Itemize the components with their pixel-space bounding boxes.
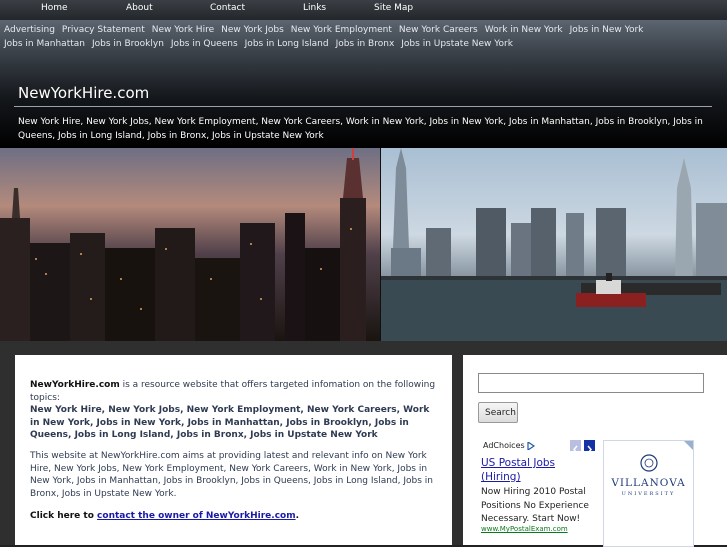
- adchoices-text: AdChoices: [483, 441, 525, 450]
- university-seal-icon: [640, 454, 658, 472]
- chevron-left-icon: [573, 445, 578, 454]
- ad-info-icon[interactable]: [684, 441, 693, 450]
- site-tagline: New York Hire, New York Jobs, New York E…: [18, 117, 703, 141]
- contact-paragraph: Click here to contact the owner of NewYo…: [30, 510, 440, 523]
- header-link-ny-employment[interactable]: New York Employment: [291, 24, 392, 38]
- title-divider: [14, 106, 712, 107]
- header-link-jobs-upstate[interactable]: Jobs in Upstate New York: [401, 38, 513, 52]
- header-link-ny-careers[interactable]: New York Careers: [399, 24, 478, 38]
- sidebar-panel: Search AdChoices US Postal Jobs (Hiring)…: [463, 355, 727, 547]
- nav-contact[interactable]: Contact: [210, 3, 245, 13]
- header-link-jobs-long-island[interactable]: Jobs in Long Island: [245, 38, 329, 52]
- chevron-right-icon: [587, 445, 592, 454]
- header-link-ny-hire[interactable]: New York Hire: [152, 24, 214, 38]
- header-link-jobs-bronx[interactable]: Jobs in Bronx: [336, 38, 395, 52]
- adchoices-icon: [527, 440, 536, 451]
- site-header: Advertising Privacy Statement New York Hir…: [0, 20, 727, 148]
- ad-text: Now Hiring 2010 Postal Positions No Expe…: [481, 487, 589, 524]
- night-skyline-photo: [0, 148, 380, 341]
- header-links: Advertising Privacy Statement New York Hir…: [4, 24, 727, 51]
- villanova-ad[interactable]: VILLANOVA UNIVERSITY: [603, 440, 694, 547]
- banner: [0, 148, 727, 341]
- search-button[interactable]: Search: [478, 402, 518, 423]
- intro-paragraph: NewYorkHire.com is a resource website th…: [30, 379, 440, 404]
- ad-next-button[interactable]: [584, 440, 595, 454]
- site-title[interactable]: NewYorkHire.com: [18, 84, 149, 102]
- adchoices-label[interactable]: AdChoices: [483, 440, 536, 451]
- search-input[interactable]: [478, 373, 704, 393]
- header-link-work-in-ny[interactable]: Work in New York: [485, 24, 563, 38]
- ad-url-link[interactable]: www.MyPostalExam.com: [481, 525, 568, 533]
- ad-title-link[interactable]: US Postal Jobs (Hiring): [481, 456, 595, 484]
- nav-home[interactable]: Home: [41, 3, 68, 13]
- top-nav: Home About Contact Links Site Map: [0, 0, 727, 20]
- nav-site-map[interactable]: Site Map: [374, 3, 413, 13]
- contact-suffix: .: [295, 511, 300, 521]
- header-link-ny-jobs[interactable]: New York Jobs: [221, 24, 284, 38]
- content-panel: NewYorkHire.com is a resource website th…: [15, 355, 452, 545]
- header-link-jobs-manhattan[interactable]: Jobs in Manhattan: [4, 38, 85, 52]
- header-link-jobs-queens[interactable]: Jobs in Queens: [171, 38, 238, 52]
- villanova-logo-subtext: UNIVERSITY: [621, 491, 676, 497]
- header-link-jobs-brooklyn[interactable]: Jobs in Brooklyn: [92, 38, 164, 52]
- header-link-advertising[interactable]: Advertising: [4, 24, 55, 38]
- header-link-jobs-in-ny[interactable]: Jobs in New York: [570, 24, 644, 38]
- daytime-skyline-photo: [381, 148, 727, 341]
- header-link-privacy[interactable]: Privacy Statement: [62, 24, 145, 38]
- villanova-logo-text: VILLANOVA: [611, 477, 686, 489]
- contact-owner-link[interactable]: contact the owner of NewYorkHire.com: [97, 511, 296, 521]
- ad-prev-button[interactable]: [570, 440, 581, 454]
- topics-paragraph: New York Hire, New York Jobs, New York E…: [30, 405, 430, 440]
- contact-prefix: Click here to: [30, 511, 98, 521]
- intro-site-name: NewYorkHire.com: [30, 380, 120, 390]
- aim-paragraph: This website at NewYorkHire.com aims at …: [30, 451, 433, 499]
- nav-links[interactable]: Links: [303, 3, 326, 13]
- nav-about[interactable]: About: [126, 3, 153, 13]
- text-ad: AdChoices US Postal Jobs (Hiring) Now Hi…: [478, 438, 595, 545]
